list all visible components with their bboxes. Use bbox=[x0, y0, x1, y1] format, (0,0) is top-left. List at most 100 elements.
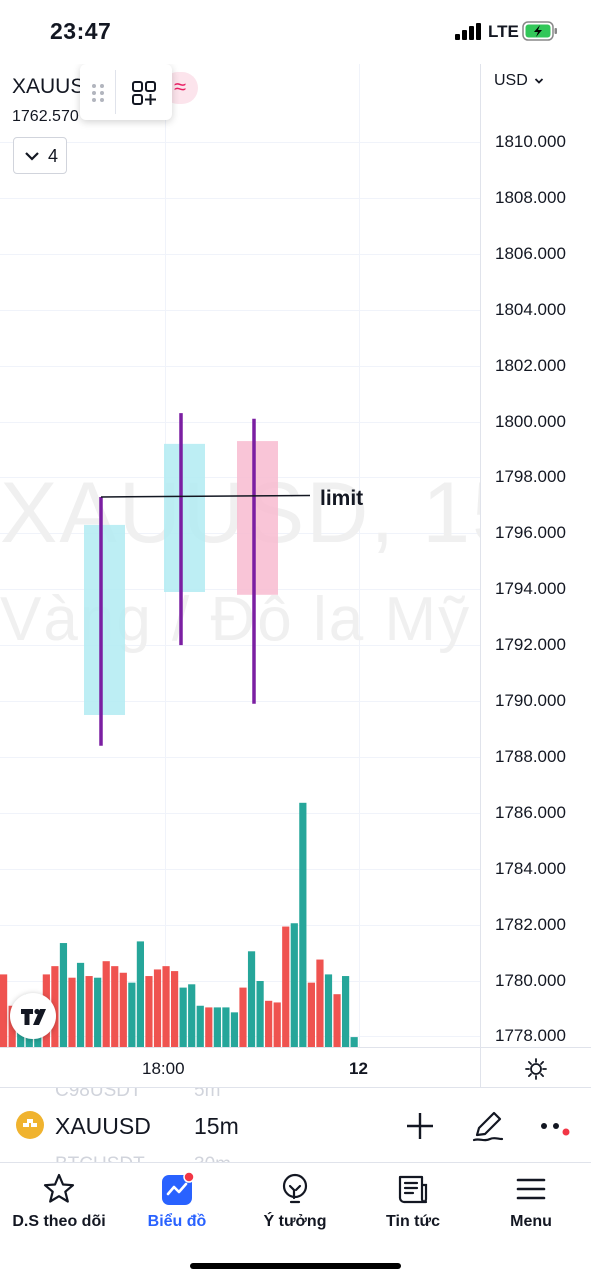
volume-bar bbox=[162, 966, 170, 1047]
status-time: 23:47 bbox=[50, 18, 112, 44]
price-axis[interactable]: USD 1810.000 1808.000 1806.000 1804.000 1802… bbox=[480, 64, 591, 1047]
nav-label: Ý tưởng bbox=[263, 1213, 327, 1230]
volume-bar bbox=[239, 987, 247, 1047]
tradingview-logo-icon[interactable] bbox=[10, 993, 56, 1039]
chevron-down-icon bbox=[25, 152, 39, 161]
chart-icon bbox=[162, 1171, 195, 1205]
price-tick-label: 1798.000 bbox=[495, 467, 566, 487]
bottom-navigation: D.S theo dõi Biểu đồ Ý tưởng Tin tức Men… bbox=[0, 1162, 591, 1280]
battery-icon bbox=[522, 21, 557, 41]
price-tick-label: 1794.000 bbox=[495, 579, 566, 599]
news-icon bbox=[398, 1175, 428, 1204]
legend-price: 1762.570 bbox=[12, 108, 79, 125]
indicator-count: 4 bbox=[48, 146, 59, 166]
menu-icon bbox=[516, 1178, 546, 1200]
ghost-symbol: C98USDT bbox=[55, 1087, 142, 1101]
volume-bar bbox=[136, 941, 144, 1047]
candle-body bbox=[237, 441, 278, 595]
nav-item-ideas[interactable]: Ý tưởng bbox=[236, 1171, 354, 1231]
volume-bar bbox=[196, 1005, 204, 1047]
volume-bar bbox=[119, 972, 127, 1047]
volume-bar bbox=[324, 974, 333, 1047]
nav-label: Biểu đồ bbox=[147, 1213, 207, 1230]
volume-bar bbox=[282, 926, 290, 1047]
symbol-toolbar: C98USDT 5m BTCUSDT 30m XAUUSD 15m bbox=[0, 1087, 591, 1162]
legend-symbol[interactable]: XAUUS bbox=[12, 75, 84, 99]
network-type: LTE bbox=[488, 22, 519, 41]
nav-label: Menu bbox=[510, 1213, 552, 1230]
time-axis[interactable]: 18:00 12 bbox=[0, 1047, 480, 1087]
nav-item-menu[interactable]: Menu bbox=[472, 1171, 590, 1231]
volume-bar bbox=[256, 981, 264, 1047]
nav-item-news[interactable]: Tin tức bbox=[354, 1171, 472, 1231]
nav-label: D.S theo dõi bbox=[12, 1213, 106, 1230]
signal-icon bbox=[455, 23, 483, 40]
drag-handle-icon[interactable] bbox=[90, 82, 106, 104]
volume-bar bbox=[273, 1002, 281, 1047]
price-tick-label: 1800.000 bbox=[495, 411, 566, 431]
price-tick-label: 1810.000 bbox=[495, 132, 566, 151]
price-tick-label: 1786.000 bbox=[495, 802, 566, 822]
volume-bar bbox=[68, 977, 76, 1047]
volume-bar bbox=[94, 977, 102, 1047]
volume-bar bbox=[299, 802, 307, 1047]
volume-bar bbox=[247, 951, 256, 1047]
add-object-icon[interactable] bbox=[130, 79, 158, 107]
time-label: 12 bbox=[349, 1059, 368, 1078]
time-label: 18:00 bbox=[142, 1059, 185, 1078]
ghost-interval: 5m bbox=[194, 1087, 221, 1101]
home-indicator bbox=[190, 1263, 401, 1269]
price-tick-label: 1806.000 bbox=[495, 243, 566, 263]
volume-bar bbox=[0, 974, 8, 1047]
status-bar: 23:47 LTE bbox=[0, 0, 591, 64]
indicators-toggle-button[interactable]: 4 bbox=[13, 137, 67, 174]
volume-bar bbox=[128, 982, 136, 1047]
price-tick-label: 1790.000 bbox=[495, 691, 566, 710]
volume-bar bbox=[179, 987, 187, 1047]
volume-bar bbox=[316, 959, 324, 1047]
price-tick-label: 1780.000 bbox=[495, 970, 566, 990]
currency-selector[interactable]: USD bbox=[494, 72, 544, 90]
limit-line bbox=[100, 494, 311, 498]
price-tick-label: 1796.000 bbox=[495, 523, 566, 543]
volume-bar bbox=[145, 976, 153, 1047]
plus-icon[interactable] bbox=[402, 1108, 438, 1144]
pen-icon[interactable] bbox=[470, 1108, 506, 1144]
volume-bar bbox=[213, 1007, 221, 1047]
candle-body bbox=[164, 443, 205, 592]
nav-item-watchlist[interactable]: D.S theo dõi bbox=[0, 1171, 118, 1231]
symbol-search-button[interactable]: XAUUSD bbox=[55, 1113, 151, 1140]
interval-button[interactable]: 15m bbox=[194, 1113, 239, 1140]
lightbulb-icon bbox=[282, 1173, 308, 1204]
chart-settings-button[interactable] bbox=[480, 1047, 591, 1087]
volume-bar bbox=[290, 923, 298, 1047]
candle-body bbox=[84, 524, 125, 715]
floating-toolbar[interactable] bbox=[80, 64, 172, 120]
price-tick-label: 1778.000 bbox=[495, 1026, 566, 1046]
ghost-symbol: BTCUSDT bbox=[55, 1154, 145, 1162]
volume-bar bbox=[59, 943, 68, 1047]
more-icon[interactable] bbox=[538, 1108, 574, 1144]
nav-item-chart[interactable]: Biểu đồ bbox=[118, 1171, 236, 1231]
volume-bar bbox=[111, 966, 119, 1047]
volume-bar bbox=[76, 962, 85, 1047]
volume-bar bbox=[342, 976, 350, 1047]
star-icon bbox=[43, 1173, 75, 1203]
settings-sun-icon bbox=[525, 1058, 547, 1080]
chart-canvas[interactable]: limit bbox=[0, 64, 480, 1047]
volume-bar bbox=[222, 1007, 230, 1047]
price-tick-label: 1784.000 bbox=[495, 858, 566, 878]
price-tick-label: 1782.000 bbox=[495, 914, 566, 934]
volume-bar bbox=[153, 969, 162, 1047]
volume-bar bbox=[333, 994, 341, 1047]
chevron-down-icon bbox=[535, 78, 544, 84]
price-tick-label: 1788.000 bbox=[495, 746, 566, 766]
price-tick-label: 1804.000 bbox=[495, 299, 566, 319]
volume-bar bbox=[171, 971, 179, 1047]
volume-bar bbox=[188, 984, 196, 1047]
volume-bar bbox=[350, 1037, 358, 1047]
price-tick-label: 1792.000 bbox=[495, 635, 566, 655]
chart-pane[interactable]: XAUUSD, 15 Vàng / Đô la Mỹ limit XAUUS 1… bbox=[0, 64, 480, 1047]
nav-label: Tin tức bbox=[386, 1213, 440, 1230]
volume-bar bbox=[230, 1012, 239, 1047]
